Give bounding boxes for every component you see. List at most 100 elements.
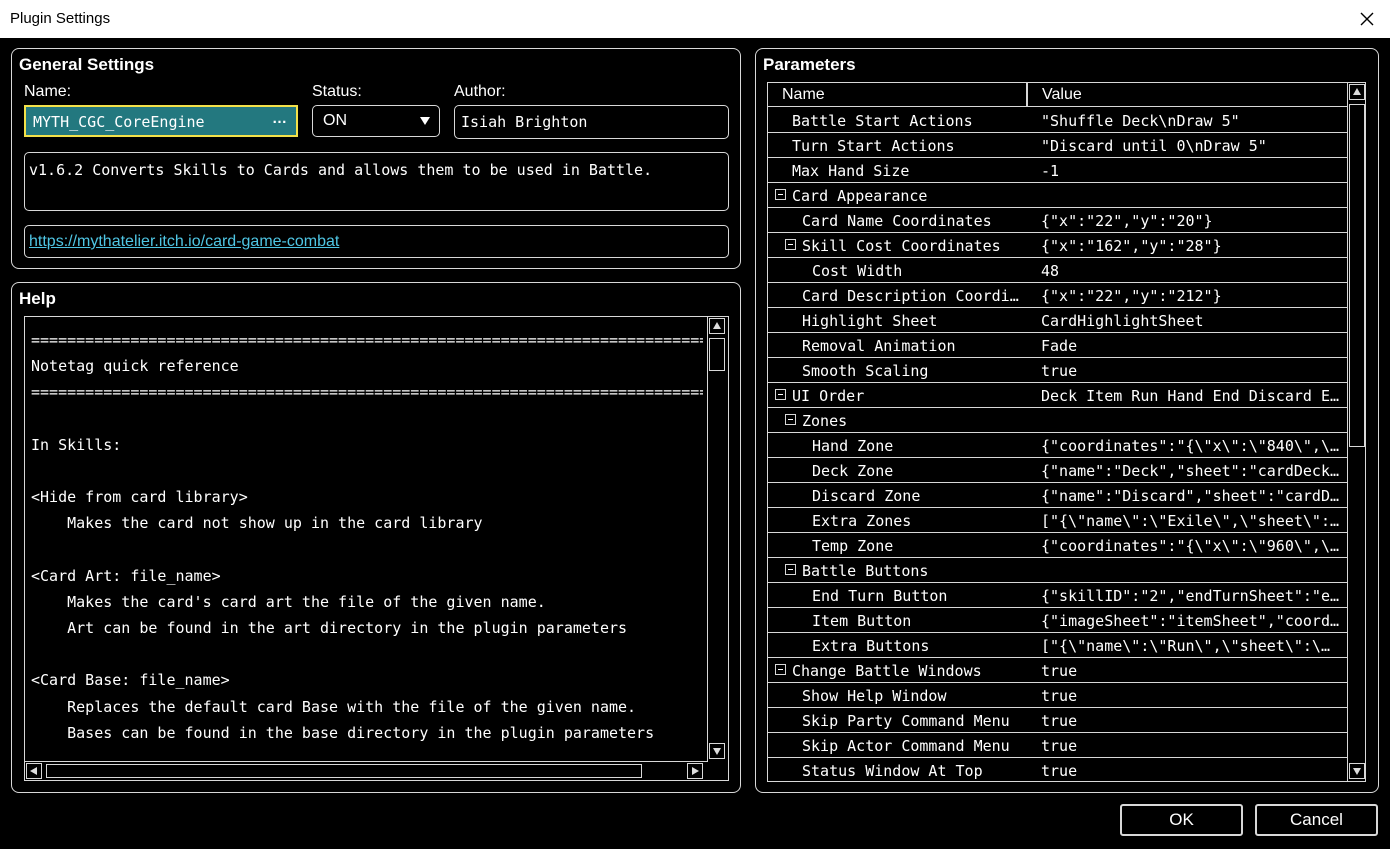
param-name: Card Description Coordi… [802,287,1019,305]
scroll-up-button[interactable] [709,318,725,334]
help-line [31,537,703,563]
table-row[interactable]: End Turn Button {"skillID":"2","endTurnSh… [768,583,1347,608]
collapse-icon[interactable] [785,239,796,250]
cancel-button[interactable]: Cancel [1255,804,1378,836]
table-row[interactable]: Hand Zone {"coordinates":"{\"x\":\"840\",… [768,433,1347,458]
table-row[interactable]: Change Battle Windows true [768,658,1347,683]
param-name: Card Name Coordinates [802,212,992,230]
scroll-down-button[interactable] [1349,763,1365,779]
column-header-value[interactable]: Value [1042,86,1082,104]
table-row[interactable]: Removal Animation Fade [768,333,1347,358]
collapse-icon[interactable] [775,189,786,200]
param-value: true [1041,712,1078,730]
scroll-left-button[interactable] [26,763,42,779]
scroll-up-button[interactable] [1349,84,1365,100]
name-field[interactable]: MYTH_CGC_CoreEngine … [24,105,298,137]
table-row[interactable]: Turn Start Actions "Discard until 0\nDraw… [768,133,1347,158]
param-value: {"coordinates":"{\"x\":\"960\",\… [1041,537,1340,555]
table-row[interactable]: Battle Buttons [768,558,1347,583]
table-row[interactable]: Card Description Coordi… {"x":"22","y":"2… [768,283,1347,308]
param-name: Skip Actor Command Menu [802,737,1010,755]
help-line: In Skills: [31,435,122,454]
param-name: Removal Animation [802,337,956,355]
author-label: Author: [454,83,506,100]
param-name: Zones [802,412,848,430]
table-row[interactable]: Skip Party Command Menu true [768,708,1347,733]
table-row[interactable]: Highlight Sheet CardHighlightSheet [768,308,1347,333]
table-row[interactable]: Skill Cost Coordinates {"x":"162","y":"28… [768,233,1347,258]
author-field[interactable]: Isiah Brighton [454,105,729,139]
param-value: Deck Item Run Hand End Discard E… [1041,387,1340,405]
table-row[interactable]: Status Window At Top true [768,758,1347,781]
table-row[interactable]: Skip Actor Command Menu true [768,733,1347,758]
scroll-right-button[interactable] [687,763,703,779]
param-value: {"imageSheet":"itemSheet","coord… [1041,612,1340,630]
name-label: Name: [24,83,72,100]
table-row[interactable]: Card Appearance [768,183,1347,208]
param-name: Skip Party Command Menu [802,712,1010,730]
close-button[interactable] [1344,0,1390,38]
table-row[interactable]: Cost Width 48 [768,258,1347,283]
param-name: Max Hand Size [792,162,910,180]
help-line [31,406,703,432]
param-value: ["{\"name\":\"Run\",\"sheet\":\… [1041,637,1330,655]
param-value: true [1041,762,1078,780]
status-select[interactable]: ON [312,105,440,137]
param-name: Change Battle Windows [792,662,982,680]
horizontal-scroll-thumb[interactable] [46,764,642,778]
help-line: <Card Art: file_name> [31,566,221,585]
table-row[interactable]: Show Help Window true [768,683,1347,708]
scroll-down-button[interactable] [709,743,725,759]
param-name: Discard Zone [812,487,921,505]
params-vertical-scrollbar[interactable] [1347,83,1365,781]
help-line: ========================================… [31,383,703,402]
param-value: -1 [1041,162,1060,180]
table-row[interactable]: Smooth Scaling true [768,358,1347,383]
help-horizontal-scrollbar[interactable] [25,761,707,780]
table-row[interactable]: Extra Zones ["{\"name\":\"Exile\",\"sheet… [768,508,1347,533]
param-name: Cost Width [812,262,903,280]
param-value: {"name":"Deck","sheet":"cardDeck… [1041,462,1340,480]
parameters-title: Parameters [763,55,856,74]
param-value: {"x":"22","y":"212"} [1041,287,1222,305]
column-divider[interactable] [1026,83,1028,107]
param-value: "Shuffle Deck\nDraw 5" [1041,112,1240,130]
table-row[interactable]: UI Order Deck Item Run Hand End Discard E… [768,383,1347,408]
collapse-icon[interactable] [775,389,786,400]
help-vertical-scrollbar[interactable] [707,317,727,762]
param-name: Deck Zone [812,462,894,480]
table-row[interactable]: Discard Zone {"name":"Discard","sheet":"c… [768,483,1347,508]
table-row[interactable]: Max Hand Size -1 [768,158,1347,183]
column-header-name[interactable]: Name [782,86,825,104]
table-row[interactable]: Extra Buttons ["{\"name\":\"Run\",\"sheet… [768,633,1347,658]
more-icon[interactable]: … [272,110,288,127]
scroll-thumb[interactable] [1349,104,1365,447]
help-text-area[interactable]: ========================================… [24,316,729,781]
table-row[interactable]: Deck Zone {"name":"Deck","sheet":"cardDec… [768,458,1347,483]
arrow-left-icon [30,767,37,775]
help-line: <Hide from card library> [31,488,248,507]
table-header: Name Value [768,83,1347,107]
ok-button[interactable]: OK [1120,804,1243,836]
param-name: Extra Zones [812,512,912,530]
param-value: true [1041,362,1078,380]
table-row[interactable]: Battle Start Actions "Shuffle Deck\nDraw … [768,108,1347,133]
collapse-icon[interactable] [785,564,796,575]
description-field[interactable]: v1.6.2 Converts Skills to Cards and allo… [24,152,729,211]
param-value: {"coordinates":"{\"x\":\"840\",\… [1041,437,1340,455]
table-row[interactable]: Zones [768,408,1347,433]
table-row[interactable]: Item Button {"imageSheet":"itemSheet","co… [768,608,1347,633]
table-row[interactable]: Temp Zone {"coordinates":"{\"x\":\"960\",… [768,533,1347,558]
url-link[interactable]: https://mythatelier.itch.io/card-game-co… [29,233,339,251]
url-field: https://mythatelier.itch.io/card-game-co… [24,225,729,258]
param-value: {"name":"Discard","sheet":"cardD… [1041,487,1340,505]
name-value: MYTH_CGC_CoreEngine [33,113,205,131]
param-name: Temp Zone [812,537,894,555]
collapse-icon[interactable] [785,414,796,425]
table-row[interactable]: Card Name Coordinates {"x":"22","y":"20"} [768,208,1347,233]
param-name: Turn Start Actions [792,137,955,155]
param-name: Item Button [812,612,912,630]
scroll-thumb[interactable] [709,338,725,371]
collapse-icon[interactable] [775,664,786,675]
param-value: {"x":"22","y":"20"} [1041,212,1213,230]
